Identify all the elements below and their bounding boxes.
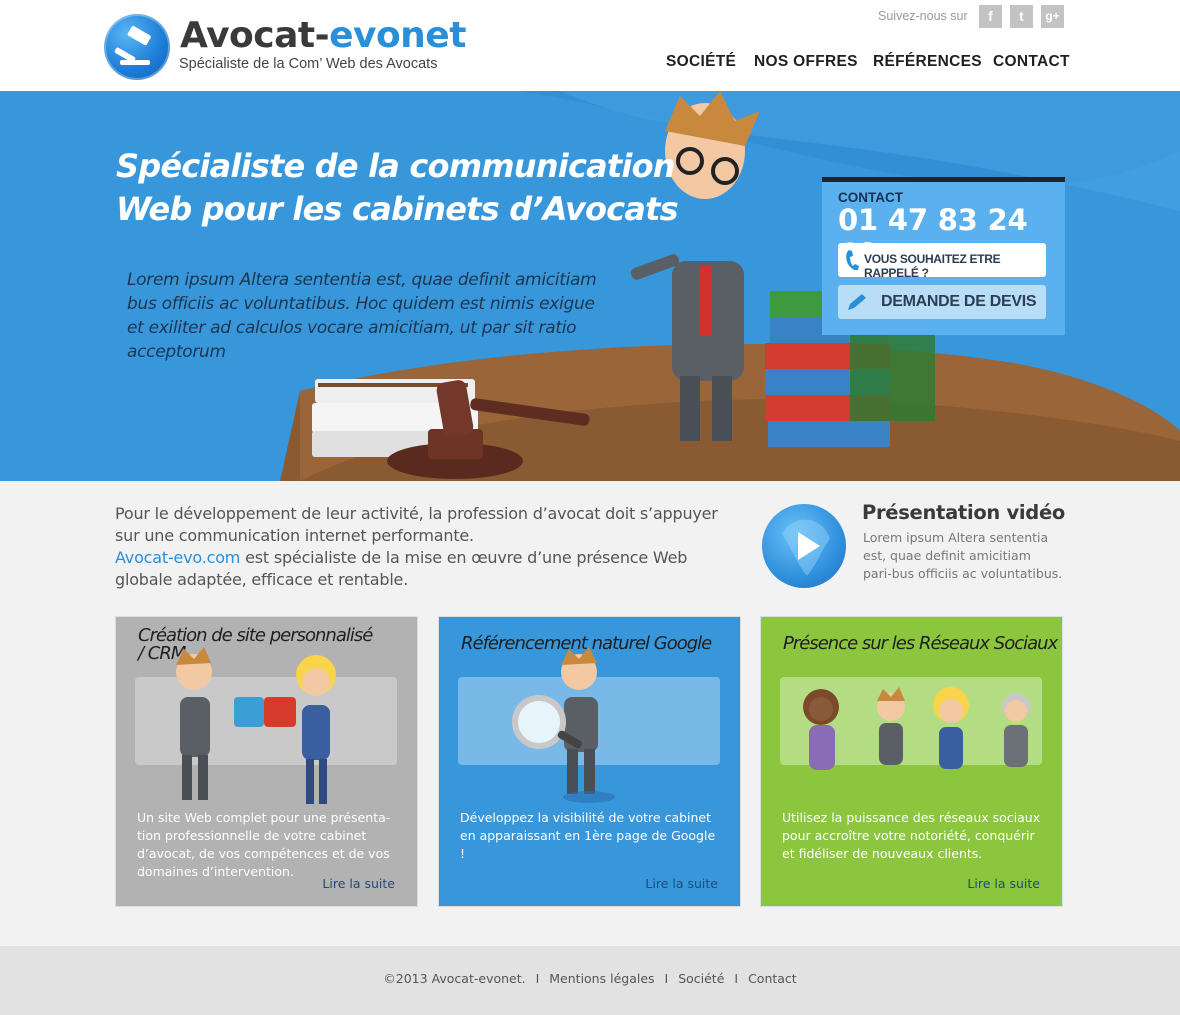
site-header: Avocat-evonet Spécialiste de la Com’ Web… [0,0,1180,91]
brand-name[interactable]: Avocat-evonet [180,14,466,58]
magnifier-illustration [512,647,615,803]
intro-text-1: Pour le développement de leur activité, … [115,504,718,545]
nav-item-nos-offres[interactable]: NOS OFFRES [754,53,858,71]
video-play-icon[interactable] [762,504,846,588]
footer-links: ©2013 Avocat-evonet. I Mentions légales … [0,971,1180,986]
pencil-icon [848,294,866,310]
social-people-illustration [803,687,1030,770]
quote-request-label: DEMANDE DE DEVIS [881,293,1037,310]
service-card-website[interactable]: Création de site personnalisé / CRM Un s… [115,616,418,907]
callback-request-button[interactable]: VOUS SOUHAITEZ ETRE RAPPELÉ ? [838,243,1046,280]
hero-title-line1: Spécialiste de la communication [116,147,676,185]
hero-text: Lorem ipsum Altera sententia est, quae d… [127,270,597,362]
footer-link-contact[interactable]: Contact [748,971,797,986]
brand-name-main: Avocat- [180,15,330,56]
nav-item-contact[interactable]: CONTACT [993,53,1070,71]
google-plus-icon[interactable]: g+ [1041,5,1064,28]
brand-tagline: Spécialiste de la Com’ Web des Avocats [179,56,438,72]
nav-item-references[interactable]: RÉFÉRENCES [873,53,982,71]
video-description: Lorem ipsum Altera sententia est, quae d… [863,530,1063,581]
intro-site-link[interactable]: Avocat-evo.com [115,548,240,567]
hero-banner: Spécialiste de la communication Web pour… [0,91,1180,481]
phone-icon [846,250,859,271]
facebook-icon[interactable]: f [979,5,1002,28]
card-read-more-link[interactable]: Lire la suite [967,876,1040,891]
card-description: Développez la visibilité de votre cabine… [460,810,716,861]
footer-link-legal[interactable]: Mentions légales [549,971,654,986]
service-card-seo[interactable]: Référencement naturel Google Développez … [438,616,741,907]
footer-copyright: ©2013 Avocat-evonet. [383,971,526,986]
hero-title-line2: Web pour les cabinets d’Avocats [116,190,679,228]
puzzle-illustration [176,647,336,804]
gavel-logo-icon[interactable] [104,14,170,80]
hero-title: Spécialiste de la communication Web pour… [116,145,679,231]
contact-box: CONTACT 01 47 83 24 69 VOUS SOUHAITEZ ET… [822,177,1065,335]
card-description: Utilisez la puissance des réseaux sociau… [782,810,1041,861]
card-read-more-link[interactable]: Lire la suite [645,876,718,891]
nav-item-societe[interactable]: SOCIÉTÉ [666,53,736,71]
footer-separator: I [734,971,739,986]
service-card-social[interactable]: Présence sur les Réseaux Sociaux Utilise… [760,616,1063,907]
card-read-more-link[interactable]: Lire la suite [322,876,395,891]
card-description: Un site Web complet pour une présenta-ti… [137,810,391,879]
intro-paragraph: Pour le développement de leur activité, … [115,503,735,591]
quote-request-button[interactable]: DEMANDE DE DEVIS [838,285,1046,319]
site-footer: ©2013 Avocat-evonet. I Mentions légales … [0,946,1180,1015]
footer-separator: I [535,971,540,986]
twitter-icon[interactable]: t [1010,5,1033,28]
social-follow-label: Suivez-nous sur [878,9,968,23]
brand-name-accent: evonet [329,15,466,56]
footer-separator: I [664,971,669,986]
video-title[interactable]: Présentation vidéo [862,501,1065,524]
callback-request-label: VOUS SOUHAITEZ ETRE RAPPELÉ ? [864,252,1001,280]
footer-link-company[interactable]: Société [678,971,724,986]
